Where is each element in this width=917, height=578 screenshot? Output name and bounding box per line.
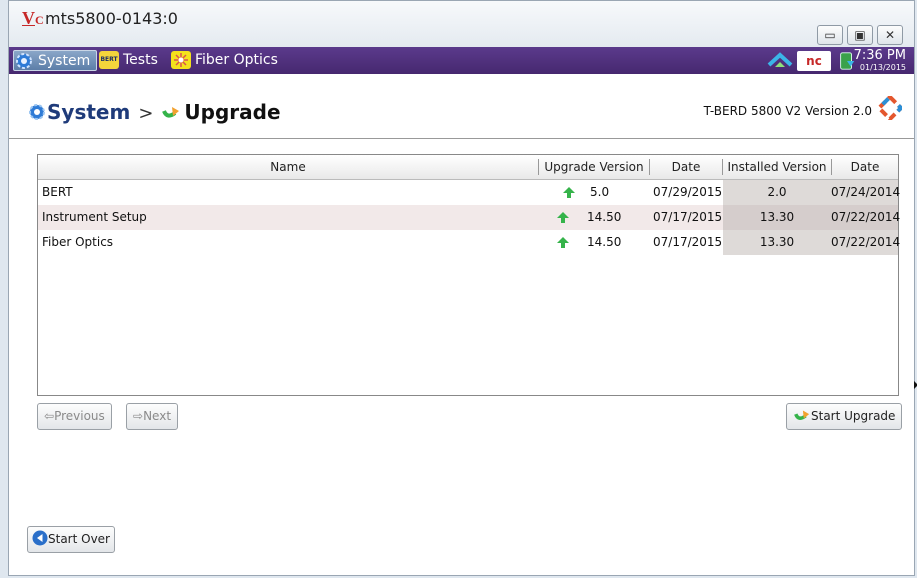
row-upgrade-date: 07/29/2015 <box>653 185 723 199</box>
column-upgrade-version[interactable]: Upgrade Version <box>539 155 649 179</box>
previous-label: Previous <box>54 409 105 423</box>
tab-fiber-optics-label: Fiber Optics <box>195 52 278 68</box>
breadcrumb-system[interactable]: System <box>47 100 130 124</box>
next-button[interactable]: ⇨Next <box>126 403 179 430</box>
column-installed-version[interactable]: Installed Version <box>723 155 831 179</box>
close-button[interactable]: ✕ <box>877 25 903 45</box>
column-name[interactable]: Name <box>38 155 538 179</box>
row-upgrade-date: 07/17/2015 <box>653 235 723 249</box>
maximize-button[interactable]: ▣ <box>847 25 873 45</box>
vnc-app-icon: VC <box>22 8 44 28</box>
table-row[interactable]: BERT 5.0 07/29/2015 2.0 07/24/2014 <box>38 180 900 205</box>
start-upgrade-label: Start Upgrade <box>811 409 896 423</box>
breadcrumb: System > Upgrade <box>27 100 281 124</box>
next-label: Next <box>143 409 172 423</box>
upgrade-arrow-icon <box>557 237 569 248</box>
window-title: mts5800-0143:0 <box>45 9 178 28</box>
row-upgrade-version: 5.0 <box>590 185 610 199</box>
upgrade-icon <box>162 107 180 118</box>
tab-tests-label: Tests <box>123 52 158 68</box>
vnc-window: VC mts5800-0143:0 ▭ ▣ ✕ System BERT Tests… <box>8 0 917 576</box>
page-header: System > Upgrade T-BERD 5800 V2 Version 2.… <box>9 74 914 139</box>
tab-tests[interactable]: BERT Tests <box>99 50 158 71</box>
fiber-icon <box>171 51 191 69</box>
row-installed-version: 13.30 <box>723 230 831 255</box>
breadcrumb-upgrade: Upgrade <box>184 100 281 124</box>
column-installed-date[interactable]: Date <box>832 155 898 179</box>
upgrade-arrow-icon <box>557 212 569 223</box>
bert-icon: BERT <box>99 51 119 69</box>
upgrade-table: Name Upgrade Version Date Installed Vers… <box>37 154 900 396</box>
clock-date: 01/13/2015 <box>859 63 906 72</box>
upgrade-arrow-icon <box>563 187 575 198</box>
top-taskbar: System BERT Tests Fiber Optics nc 7:36 PM… <box>9 47 914 74</box>
arrow-left-icon: ⇦ <box>44 409 55 423</box>
row-installed-date: 07/24/2014 <box>831 180 900 205</box>
row-name: BERT <box>42 185 73 199</box>
table-row[interactable]: Instrument Setup 14.50 07/17/2015 13.30 … <box>38 205 900 230</box>
arrow-right-icon: ⇨ <box>133 409 144 423</box>
gear-icon <box>29 104 45 120</box>
nc-status-icon[interactable]: nc <box>797 51 831 71</box>
row-installed-version: 13.30 <box>723 205 831 230</box>
start-over-button[interactable]: Start Over <box>27 526 115 553</box>
network-icon[interactable] <box>767 51 793 71</box>
window-titlebar[interactable]: VC mts5800-0143:0 ▭ ▣ ✕ <box>9 1 914 47</box>
start-over-label: Start Over <box>48 532 110 546</box>
instrument-version: T-BERD 5800 V2 Version 2.0 <box>703 104 872 118</box>
minimize-button[interactable]: ▭ <box>817 25 843 45</box>
clock-time: 7:36 PM <box>853 48 906 63</box>
viavi-logo-icon <box>878 96 902 120</box>
start-upgrade-button[interactable]: Start Upgrade <box>786 403 903 430</box>
row-upgrade-version: 14.50 <box>587 210 622 224</box>
row-name: Fiber Optics <box>42 235 114 249</box>
table-header: Name Upgrade Version Date Installed Vers… <box>38 155 898 180</box>
row-upgrade-version: 14.50 <box>587 235 622 249</box>
row-installed-date: 07/22/2014 <box>831 230 900 255</box>
rewind-icon <box>32 530 48 546</box>
row-upgrade-date: 07/17/2015 <box>653 210 723 224</box>
tab-fiber-optics[interactable]: Fiber Optics <box>171 50 278 71</box>
gear-icon <box>14 52 34 70</box>
row-installed-date: 07/22/2014 <box>831 205 900 230</box>
row-installed-version: 2.0 <box>723 180 831 205</box>
table-row[interactable]: Fiber Optics 14.50 07/17/2015 13.30 07/2… <box>38 230 900 255</box>
clock: 7:36 PM 01/13/2015 <box>853 48 906 73</box>
breadcrumb-separator: > <box>138 103 154 124</box>
upgrade-icon <box>794 410 810 420</box>
column-upgrade-date[interactable]: Date <box>650 155 722 179</box>
tab-system-label: System <box>38 53 91 69</box>
tab-system[interactable]: System <box>13 50 98 71</box>
row-name: Instrument Setup <box>42 210 147 224</box>
previous-button[interactable]: ⇦Previous <box>37 403 112 430</box>
